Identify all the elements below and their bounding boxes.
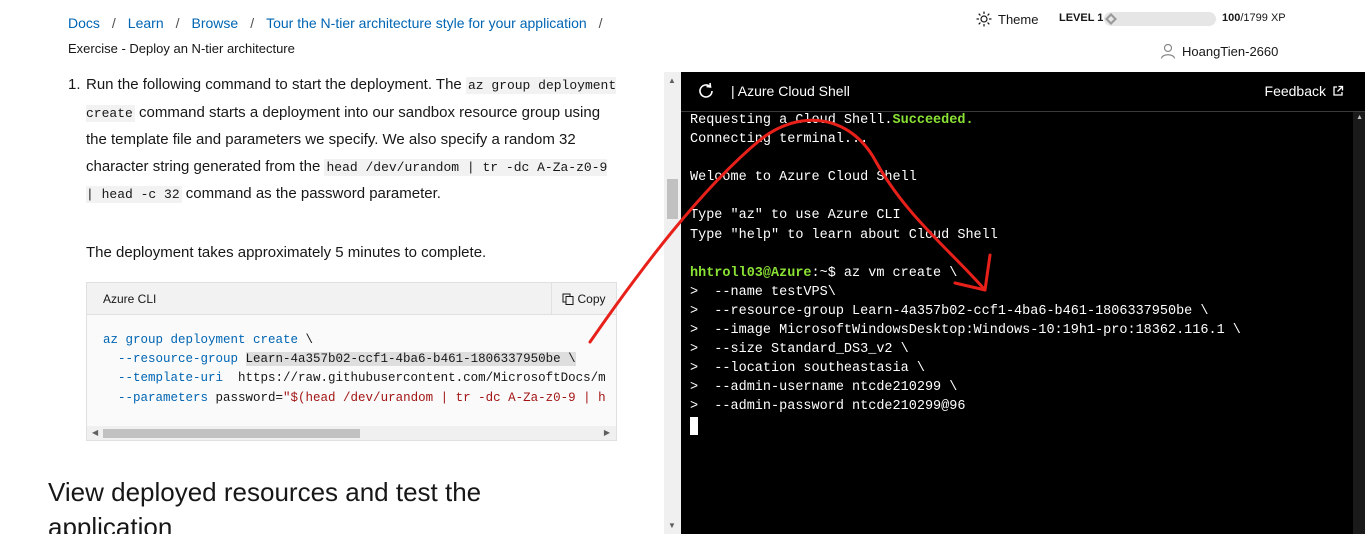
terminal-scroll-up-icon[interactable]: ▲ (1356, 114, 1363, 121)
user-profile[interactable]: HoangTien-2660 (1160, 43, 1278, 59)
terminal-scrollbar[interactable] (1353, 112, 1365, 534)
duration-note: The deployment takes approximately 5 min… (86, 244, 487, 261)
feedback-label: Feedback (1264, 83, 1326, 99)
user-avatar-icon (1160, 43, 1176, 59)
highlighted-resource-group: Learn-4a357b02-ccf1-4ba6-b461-1806337950… (245, 352, 576, 367)
external-link-icon (1333, 85, 1344, 96)
restart-icon[interactable] (697, 82, 715, 100)
xp-counter: 100/1799 XP (1222, 12, 1286, 24)
breadcrumb-learn[interactable]: Learn (128, 15, 164, 31)
terminal-output[interactable]: Requesting a Cloud Shell.Succeeded. Conn… (690, 111, 1241, 439)
section-heading: View deployed resources and test the app… (48, 477, 482, 534)
step-text: Run the following command to start the d… (86, 76, 617, 203)
breadcrumb-current: Exercise - Deploy an N-tier architecture (68, 41, 295, 56)
breadcrumb-browse[interactable]: Browse (192, 15, 239, 31)
level-label: LEVEL 1 (1059, 12, 1104, 24)
page-scrollbar-thumb[interactable] (667, 179, 678, 219)
scrollbar-thumb[interactable] (103, 429, 360, 438)
code-block: Azure CLI Copy az group deployment creat… (86, 282, 617, 441)
xp-current: 100 (1222, 12, 1241, 24)
succeeded-status: Succeeded. (892, 113, 974, 128)
code-text[interactable]: az group deployment create \ --resource-… (103, 331, 606, 408)
code-horizontal-scrollbar[interactable]: ◀ ▶ (87, 426, 616, 440)
breadcrumb: Docs / Learn / Browse / Tour the N-tier archit… (68, 15, 603, 31)
scroll-right-arrow-icon[interactable]: ▶ (604, 428, 610, 437)
theme-label: Theme (998, 11, 1039, 27)
terminal-cursor (690, 416, 698, 435)
step-1: 1. Run the following command to start th… (68, 72, 618, 209)
feedback-button[interactable]: Feedback (1265, 83, 1344, 99)
scroll-up-arrow-icon[interactable]: ▲ (668, 76, 676, 85)
theme-button[interactable]: Theme (976, 11, 1038, 27)
article-content: 1. Run the following command to start th… (0, 72, 664, 534)
copy-label: Copy (577, 291, 606, 306)
scroll-down-arrow-icon[interactable]: ▼ (668, 521, 676, 530)
top-header: Docs / Learn / Browse / Tour the N-tier archit… (0, 0, 1365, 72)
cloud-shell-panel: | Azure Cloud Shell Feedback Requesting … (681, 72, 1365, 534)
breadcrumb-module[interactable]: Tour the N-tier architecture style for y… (266, 15, 587, 31)
page-vertical-scrollbar[interactable]: ▲ ▼ (664, 72, 681, 534)
sun-icon (976, 11, 992, 27)
xp-total: /1799 XP (1240, 12, 1286, 24)
username: HoangTien-2660 (1182, 43, 1279, 59)
breadcrumb-docs[interactable]: Docs (68, 15, 100, 31)
step-number: 1. (68, 76, 81, 93)
code-language-label: Azure CLI (103, 292, 157, 306)
cloud-shell-title: | Azure Cloud Shell (731, 83, 850, 99)
xp-progress-bar (1104, 12, 1216, 26)
copy-button[interactable]: Copy (551, 283, 616, 314)
level-diamond-icon (1105, 13, 1117, 25)
copy-icon (562, 293, 574, 305)
terminal-prompt-user: hhtroll03@Azure (690, 265, 812, 281)
cloud-shell-toolbar: | Azure Cloud Shell Feedback (681, 72, 1365, 112)
scroll-left-arrow-icon[interactable]: ◀ (92, 428, 98, 437)
